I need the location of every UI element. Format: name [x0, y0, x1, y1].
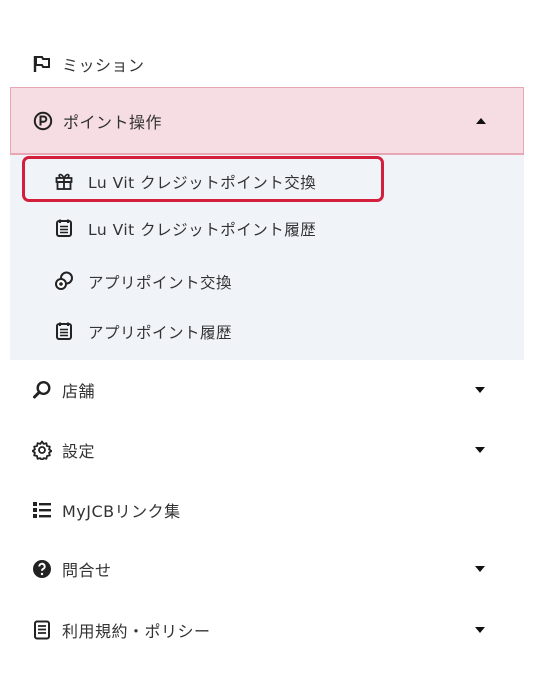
- menu-item-label: MyJCBリンク集: [62, 502, 181, 521]
- submenu-item-label: Lu Vit クレジットポイント履歴: [88, 221, 317, 239]
- menu-item-label: ミッション: [62, 56, 145, 75]
- menu-item-settings[interactable]: 設定: [10, 430, 524, 470]
- menu-item-shop[interactable]: 店舗: [10, 370, 524, 410]
- submenu-item-app-exchange[interactable]: アプリポイント交換: [10, 263, 524, 303]
- search-icon: [32, 380, 52, 400]
- submenu-item-app-history[interactable]: アプリポイント履歴: [10, 315, 524, 355]
- menu-item-label: 設定: [62, 442, 96, 461]
- menu-item-terms[interactable]: 利用規約・ポリシー: [10, 610, 524, 650]
- submenu-item-label: アプリポイント履歴: [88, 324, 233, 342]
- menu-item-label: 問合せ: [62, 561, 112, 580]
- calendar-icon: [54, 218, 74, 238]
- list-icon: [32, 500, 52, 520]
- side-menu: ミッション ポイント操作 Lu Vit クレジットポイント交換 Lu Vit ク…: [0, 0, 533, 697]
- calendar-icon: [54, 321, 74, 341]
- question-circle-icon: [32, 559, 52, 579]
- menu-item-label: 利用規約・ポリシー: [62, 622, 211, 641]
- menu-item-label: ポイント操作: [63, 112, 163, 132]
- menu-item-label: 店舗: [62, 382, 96, 401]
- flag-icon: [32, 54, 52, 74]
- gear-icon: [32, 440, 52, 460]
- highlight-frame: [22, 156, 384, 202]
- chevron-down-icon: [474, 626, 486, 634]
- chevron-down-icon: [474, 386, 486, 394]
- menu-item-mission[interactable]: ミッション: [10, 44, 524, 84]
- chevron-down-icon: [474, 565, 486, 573]
- submenu-item-label: アプリポイント交換: [88, 274, 233, 292]
- document-icon: [32, 620, 52, 640]
- chevron-down-icon: [474, 446, 486, 454]
- coins-icon: [54, 271, 74, 291]
- chevron-up-icon: [475, 117, 487, 125]
- menu-item-links[interactable]: MyJCBリンク集: [10, 490, 524, 530]
- menu-item-contact[interactable]: 問合せ: [10, 549, 524, 589]
- submenu-item-credit-history[interactable]: Lu Vit クレジットポイント履歴: [10, 211, 524, 251]
- menu-item-points[interactable]: ポイント操作: [10, 87, 524, 155]
- p-circle-icon: [33, 111, 53, 131]
